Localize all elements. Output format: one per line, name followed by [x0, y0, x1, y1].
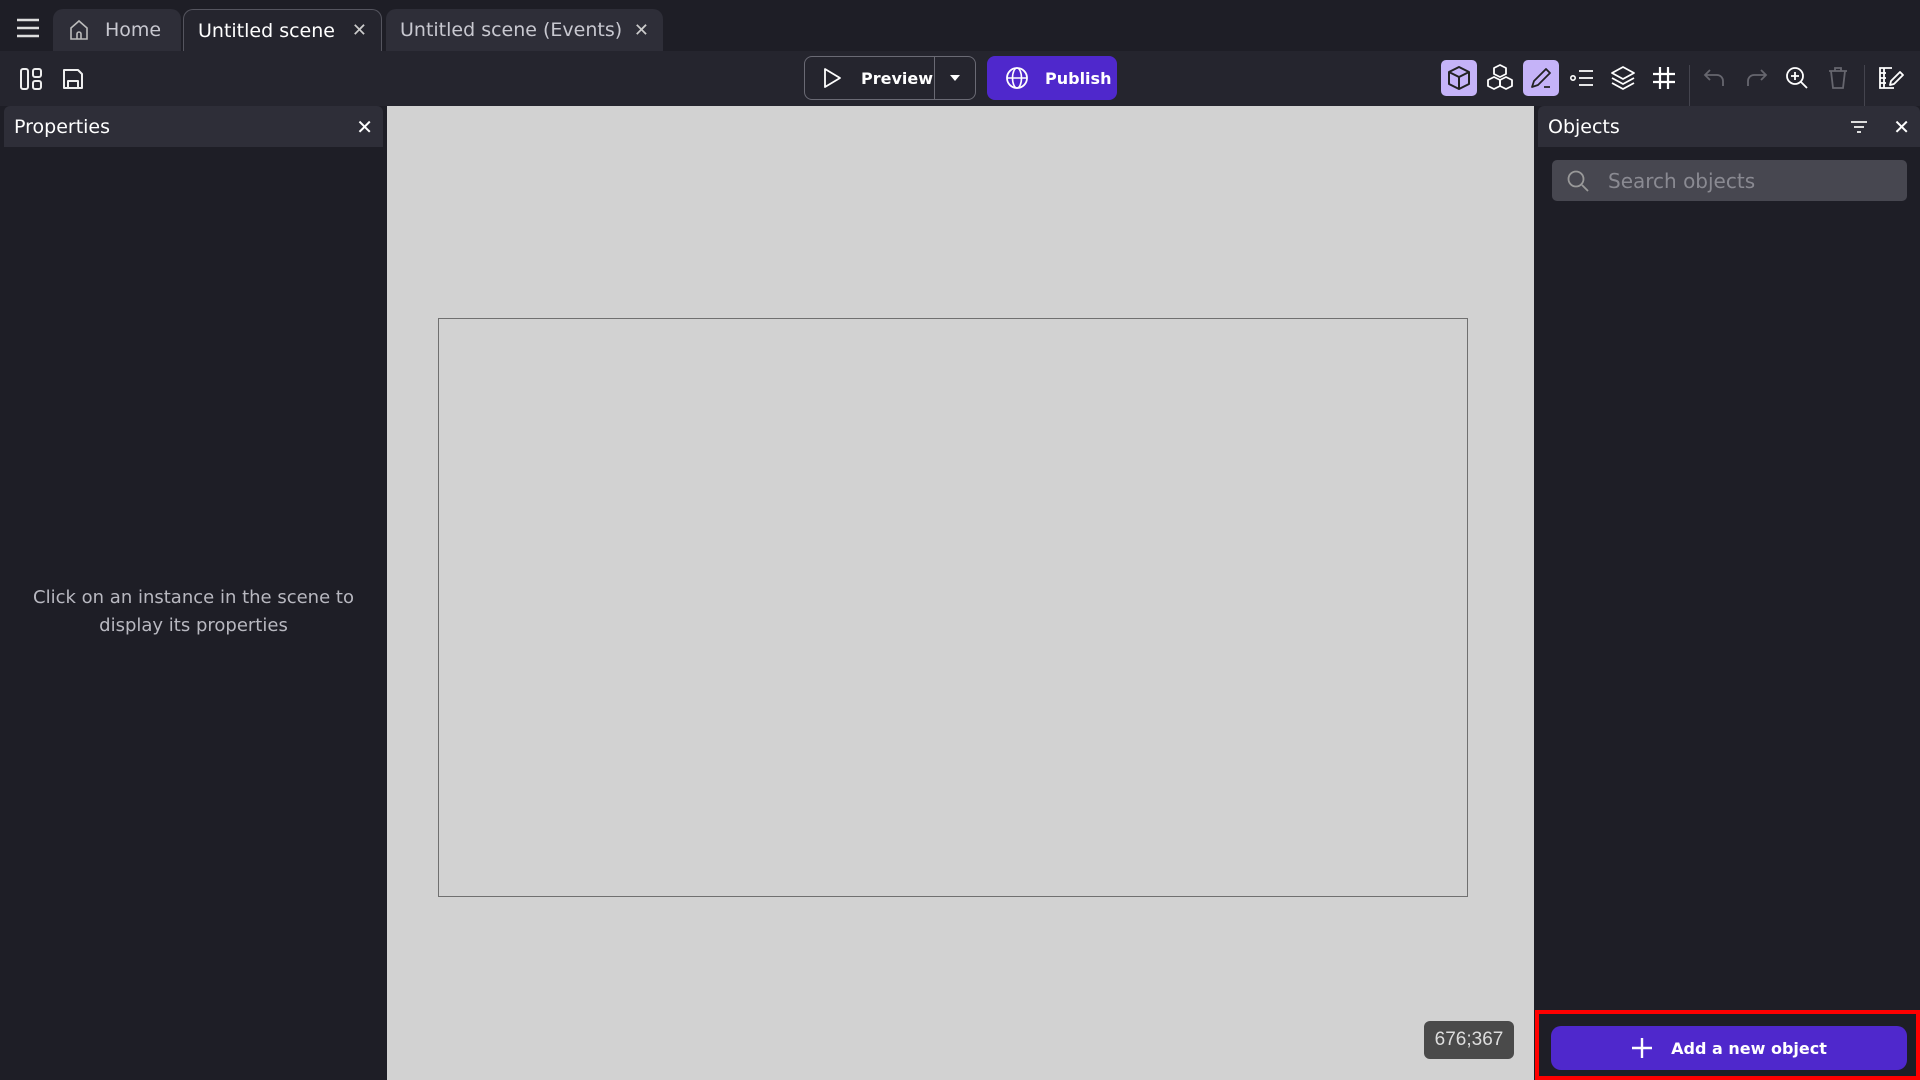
search-placeholder: Search objects: [1608, 168, 1756, 193]
home-icon: [67, 18, 91, 42]
cursor-coordinates: 676;367: [1424, 1021, 1514, 1059]
object-groups-icon[interactable]: [1482, 60, 1518, 96]
close-icon[interactable]: ✕: [356, 115, 373, 139]
publish-label: Publish: [1045, 68, 1112, 88]
tab-label: Untitled scene (Events): [400, 19, 623, 41]
preview-button[interactable]: Preview: [805, 57, 935, 99]
tab-label: Home: [105, 19, 162, 41]
properties-panel: Properties ✕ Click on an instance in the…: [4, 106, 383, 1080]
edit-scene-properties-icon[interactable]: [1872, 60, 1908, 96]
zoom-in-icon[interactable]: [1779, 60, 1815, 96]
close-tab-icon[interactable]: ✕: [352, 20, 367, 41]
search-objects-input[interactable]: Search objects: [1552, 160, 1907, 201]
trash-icon[interactable]: [1820, 60, 1856, 96]
add-new-object-label: Add a new object: [1671, 1038, 1827, 1058]
save-icon[interactable]: [55, 61, 91, 97]
globe-icon: [1005, 66, 1029, 90]
grid-icon[interactable]: [1646, 60, 1682, 96]
toolbar-divider: [1689, 65, 1690, 109]
chevron-down-icon: [948, 73, 962, 83]
3d-object-icon[interactable]: [1441, 60, 1477, 96]
close-tab-icon[interactable]: ✕: [634, 20, 649, 41]
properties-title: Properties: [14, 115, 111, 138]
toolbar-divider: [1864, 65, 1865, 109]
edit-pencil-icon[interactable]: [1523, 60, 1559, 96]
preview-options-dropdown[interactable]: [935, 73, 975, 83]
filter-icon[interactable]: [1849, 119, 1869, 135]
tab-untitled-scene-events[interactable]: Untitled scene (Events) ✕: [386, 9, 663, 51]
menu-icon[interactable]: [10, 10, 46, 46]
panels-layout-icon[interactable]: [13, 61, 49, 97]
preview-button-group: Preview: [804, 56, 976, 100]
scene-canvas[interactable]: 676;367: [387, 106, 1534, 1080]
objects-panel-header: Objects ✕: [1538, 106, 1920, 147]
preview-label: Preview: [861, 68, 934, 88]
game-window-bounds: [438, 318, 1468, 897]
tab-untitled-scene[interactable]: Untitled scene ✕: [183, 9, 382, 51]
play-icon: [821, 67, 843, 89]
objects-panel: Objects ✕ Search objects: [1538, 106, 1920, 1080]
search-icon: [1566, 169, 1590, 193]
redo-icon[interactable]: [1738, 60, 1774, 96]
properties-empty-message: Click on an instance in the scene to dis…: [33, 587, 354, 636]
properties-panel-header: Properties ✕: [4, 106, 383, 147]
tab-label: Untitled scene: [198, 19, 335, 42]
tab-home[interactable]: Home: [53, 9, 181, 51]
toolbar: Preview Publish: [0, 51, 1920, 109]
add-new-object-button[interactable]: Add a new object: [1551, 1026, 1907, 1070]
publish-button[interactable]: Publish: [987, 56, 1117, 100]
layers-icon[interactable]: [1605, 60, 1641, 96]
tab-bar: Home Untitled scene ✕ Untitled scene (Ev…: [0, 0, 1920, 51]
instances-list-icon[interactable]: [1564, 60, 1600, 96]
objects-title: Objects: [1548, 115, 1620, 138]
close-icon[interactable]: ✕: [1893, 115, 1910, 139]
plus-icon: [1631, 1037, 1653, 1059]
undo-icon[interactable]: [1697, 60, 1733, 96]
